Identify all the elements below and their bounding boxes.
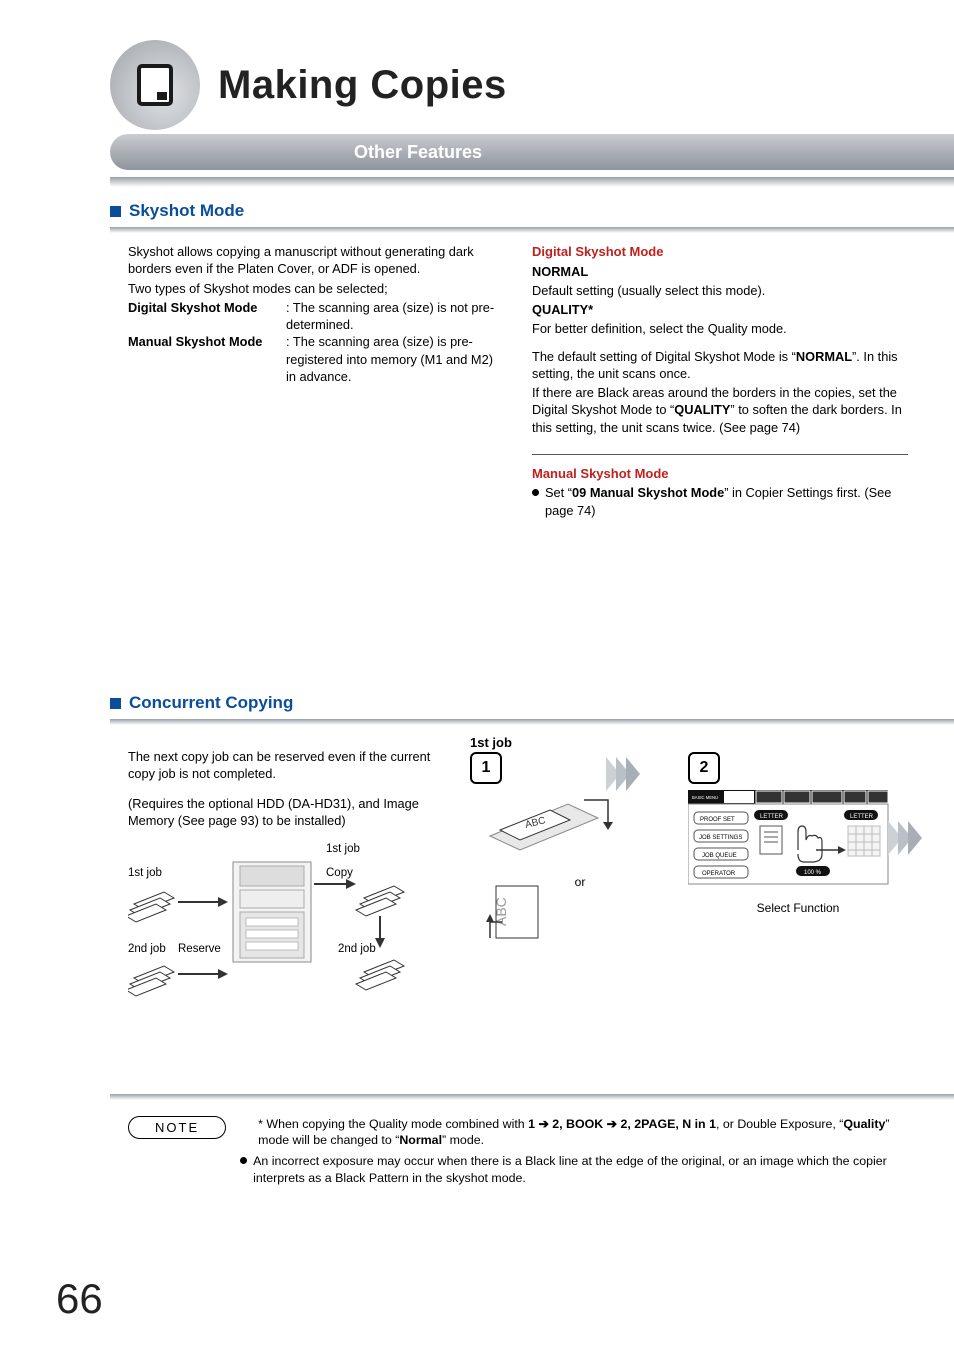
section-heading-text: Concurrent Copying: [129, 693, 293, 713]
step-2: 2 BASIC MENU: [688, 752, 908, 954]
section-rule: [110, 227, 954, 233]
job-flow-diagram: 1st job 1st job Copy 2nd job Reserve 2nd…: [128, 844, 458, 1024]
manual-mode-desc: : The scanning area (size) is pre-regist…: [286, 333, 504, 385]
step-1: 1 ABC AB: [470, 752, 670, 954]
page-header: Making Copies: [110, 40, 954, 130]
note-label: NOTE: [128, 1116, 226, 1140]
bottom-rule: [110, 1094, 954, 1100]
document-icon: [137, 64, 173, 106]
step-number-1: 1: [470, 752, 502, 784]
subheader-bar: Other Features: [0, 134, 954, 170]
svg-text:BASIC MENU: BASIC MENU: [692, 795, 718, 800]
quality-label: QUALITY*: [532, 302, 593, 317]
concurrent-line1: The next copy job can be reserved even i…: [128, 748, 458, 783]
default-para-2: If there are Black areas around the bord…: [532, 384, 908, 436]
header-rule: [110, 176, 954, 187]
section-heading-text: Skyshot Mode: [129, 201, 244, 221]
default-para-1: The default setting of Digital Skyshot M…: [532, 348, 908, 383]
square-bullet-icon: [110, 698, 121, 709]
svg-text:ABC: ABC: [493, 897, 509, 926]
note-row: NOTE * When copying the Quality mode com…: [128, 1116, 908, 1191]
subheader-text: Other Features: [350, 134, 954, 170]
first-job-header: 1st job: [470, 735, 908, 750]
note-body: * When copying the Quality mode combined…: [240, 1116, 908, 1191]
header-icon-circle: [110, 40, 200, 130]
svg-text:100 %: 100 %: [804, 870, 822, 876]
digital-mode-label: Digital Skyshot Mode: [128, 299, 286, 334]
skyshot-left-col: Skyshot allows copying a manuscript with…: [128, 243, 504, 519]
skyshot-intro-2: Two types of Skyshot modes can be select…: [128, 280, 504, 297]
svg-text:PROOF SET: PROOF SET: [700, 817, 735, 823]
digital-heading: Digital Skyshot Mode: [532, 243, 908, 261]
bullet-icon: [532, 489, 539, 496]
svg-text:LETTER: LETTER: [760, 814, 784, 820]
square-bullet-icon: [110, 206, 121, 217]
subheader-pill: [110, 134, 350, 170]
digital-mode-line: Digital Skyshot Mode : The scanning area…: [128, 299, 504, 334]
manual-bullet-text: Set “09 Manual Skyshot Mode” in Copier S…: [545, 484, 908, 519]
bullet-icon: [240, 1157, 247, 1164]
concurrent-right: 1st job 1 ABC: [470, 735, 908, 1024]
manual-mode-line: Manual Skyshot Mode : The scanning area …: [128, 333, 504, 385]
manual-mode-label: Manual Skyshot Mode: [128, 333, 286, 385]
concurrent-left: The next copy job can be reserved even i…: [128, 735, 458, 1024]
normal-label: NORMAL: [532, 264, 588, 279]
note-item-2: An incorrect exposure may occur when the…: [240, 1153, 908, 1186]
svg-text:JOB QUEUE: JOB QUEUE: [702, 853, 737, 859]
quality-desc: For better definition, select the Qualit…: [532, 320, 908, 337]
section-rule: [110, 719, 954, 725]
job-flow-svg: [128, 844, 458, 1024]
manual-heading: Manual Skyshot Mode: [532, 465, 908, 483]
select-function-label: Select Function: [688, 901, 908, 915]
concurrent-body: The next copy job can be reserved even i…: [128, 735, 908, 1024]
page-number: 66: [56, 1275, 103, 1323]
skyshot-intro-1: Skyshot allows copying a manuscript with…: [128, 243, 504, 278]
section-heading-concurrent: Concurrent Copying: [110, 693, 954, 713]
svg-text:LETTER: LETTER: [850, 814, 874, 820]
divider-line: [532, 454, 908, 455]
skyshot-body: Skyshot allows copying a manuscript with…: [128, 243, 908, 519]
note-item-1: * When copying the Quality mode combined…: [240, 1116, 908, 1149]
svg-text:OPERATOR: OPERATOR: [702, 871, 736, 877]
section-heading-skyshot: Skyshot Mode: [110, 201, 954, 221]
svg-text:JOB SETTINGS: JOB SETTINGS: [699, 835, 742, 841]
step2-illustration: BASIC MENU PROOF SET: [688, 790, 908, 900]
page-title: Making Copies: [218, 63, 507, 108]
step-pair: 1 ABC AB: [470, 752, 908, 954]
manual-bullet-row: Set “09 Manual Skyshot Mode” in Copier S…: [532, 484, 908, 519]
asterisk-icon: [240, 1116, 252, 1149]
chevron-right-icon: [888, 821, 928, 855]
skyshot-right-col: Digital Skyshot Mode NORMAL Default sett…: [532, 243, 908, 519]
step-number-2: 2: [688, 752, 720, 784]
concurrent-line2: (Requires the optional HDD (DA-HD31), an…: [128, 795, 458, 830]
step1-illustration: ABC ABC: [470, 790, 640, 940]
chevron-right-icon: [606, 757, 646, 791]
digital-mode-desc: : The scanning area (size) is not pre-de…: [286, 299, 504, 334]
normal-desc: Default setting (usually select this mod…: [532, 282, 908, 299]
